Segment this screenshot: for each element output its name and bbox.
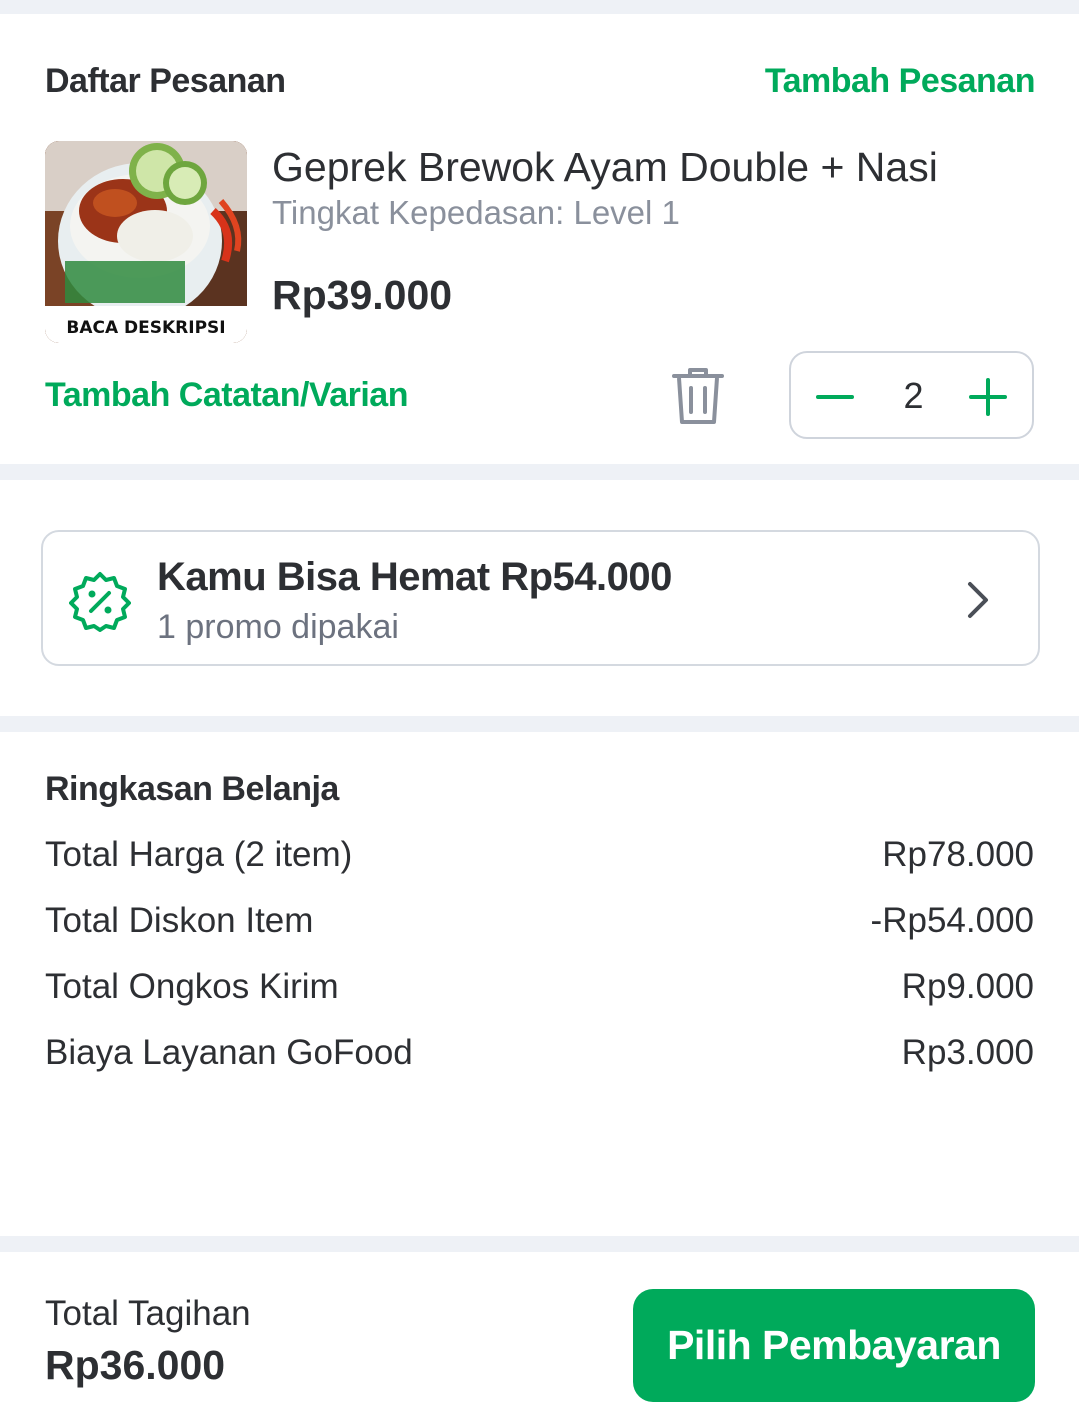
- summary-row-value: Rp78.000: [882, 835, 1034, 874]
- section-divider: [0, 464, 1079, 480]
- footer-divider: [0, 1236, 1079, 1252]
- summary-row-label: Total Ongkos Kirim: [45, 967, 339, 1006]
- discount-badge-icon: [69, 570, 131, 632]
- choose-payment-button[interactable]: Pilih Pembayaran: [633, 1289, 1035, 1402]
- order-list-title: Daftar Pesanan: [45, 62, 286, 100]
- food-image[interactable]: BACA DESKRIPSI: [45, 141, 247, 343]
- promo-title: Kamu Bisa Hemat Rp54.000: [157, 555, 672, 599]
- trash-icon[interactable]: [668, 364, 728, 428]
- item-name: Geprek Brewok Ayam Double + Nasi: [272, 144, 938, 190]
- summary-row: Total Ongkos Kirim Rp9.000: [45, 967, 1034, 1011]
- summary-row-label: Total Diskon Item: [45, 901, 314, 940]
- item-price: Rp39.000: [272, 272, 453, 318]
- item-variant: Tingkat Kepedasan: Level 1: [272, 194, 680, 231]
- summary-row-label: Biaya Layanan GoFood: [45, 1033, 413, 1072]
- add-note-variant-link[interactable]: Tambah Catatan/Varian: [45, 376, 409, 415]
- chevron-right-icon: [962, 578, 994, 622]
- quantity-stepper: 2: [789, 351, 1034, 439]
- top-divider: [0, 0, 1079, 14]
- plus-icon[interactable]: [958, 367, 1018, 427]
- summary-row: Biaya Layanan GoFood Rp3.000: [45, 1033, 1034, 1077]
- summary-title: Ringkasan Belanja: [45, 770, 339, 808]
- add-order-link[interactable]: Tambah Pesanan: [765, 62, 1036, 101]
- summary-row-value: -Rp54.000: [870, 901, 1034, 940]
- summary-row-label: Total Harga (2 item): [45, 835, 353, 874]
- total-bill-value: Rp36.000: [45, 1342, 226, 1388]
- food-photo-illustration: BACA DESKRIPSI: [45, 141, 247, 343]
- promo-card[interactable]: Kamu Bisa Hemat Rp54.000 1 promo dipakai: [41, 530, 1040, 666]
- summary-row: Total Harga (2 item) Rp78.000: [45, 835, 1034, 879]
- total-bill-label: Total Tagihan: [45, 1294, 251, 1333]
- image-caption: BACA DESKRIPSI: [66, 318, 225, 338]
- section-divider: [0, 716, 1079, 732]
- summary-row: Total Diskon Item -Rp54.000: [45, 901, 1034, 945]
- summary-row-value: Rp3.000: [901, 1033, 1034, 1072]
- promo-subtitle: 1 promo dipakai: [157, 608, 399, 646]
- summary-row-value: Rp9.000: [901, 967, 1034, 1006]
